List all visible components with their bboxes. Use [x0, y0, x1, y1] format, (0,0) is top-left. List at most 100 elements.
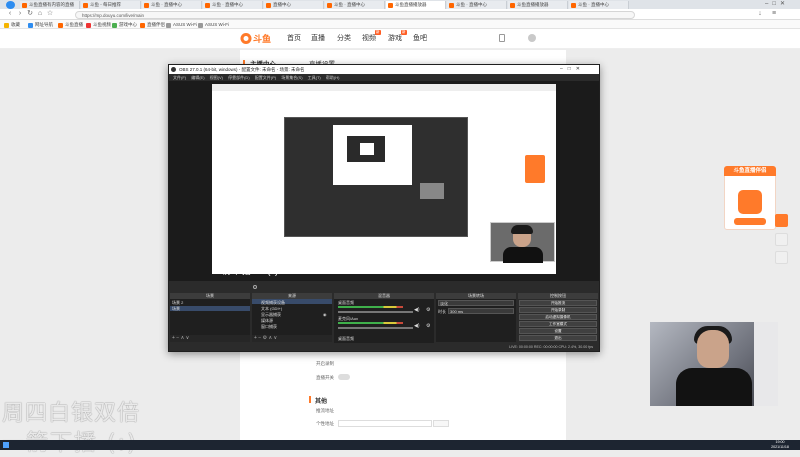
scene-item[interactable]: 场景 [172, 306, 180, 312]
bookmark-item[interactable]: 游戏中心 [112, 21, 137, 28]
captured-tabbar [212, 84, 556, 91]
start-recording-button[interactable]: 开始录制 [519, 307, 597, 313]
mixer-settings-icon[interactable]: ⚙ [426, 307, 430, 313]
tab-favicon-icon [571, 3, 576, 8]
nav-yuba[interactable]: 鱼吧 [413, 34, 427, 43]
promo-card-title: 斗鱼直播伴侣 [724, 166, 776, 176]
scenes-toolbar[interactable]: + − ∧ ∨ [170, 335, 250, 342]
bookmark-item[interactable]: 网址导航 [28, 21, 53, 28]
bookmark-label: 斗鱼直播 [65, 22, 83, 27]
download-icon[interactable]: ↓ [756, 10, 764, 18]
bookmark-label: 收藏 [11, 22, 20, 27]
forward-icon[interactable]: › [16, 10, 24, 18]
refresh-icon[interactable]: ↻ [26, 10, 34, 18]
browser-tab[interactable]: 斗鱼 · 直播中心 [142, 1, 202, 9]
live-toggle[interactable] [338, 374, 350, 380]
studio-mode-button[interactable]: 工作室模式 [519, 321, 597, 327]
bookmark-label: 直播伴侣 [147, 22, 165, 27]
start-streaming-button[interactable]: 开始推流 [519, 300, 597, 306]
video-icon [86, 22, 91, 28]
stream-overlay-line1: 周四白银双倍 [2, 401, 141, 426]
browser-tab[interactable]: 斗鱼直播有内容的直播 [20, 1, 80, 9]
sidebar-float-button[interactable] [775, 251, 788, 264]
url-input[interactable]: https://mp.douyu.com/live/main [75, 10, 635, 19]
wifi-icon [198, 22, 203, 28]
bookmark-item[interactable]: 收藏 [4, 21, 20, 28]
bookmark-item[interactable]: ASUS Wi-Fi [198, 21, 229, 28]
browser-tab[interactable]: 斗鱼 - 每日推荐 [81, 1, 141, 9]
volume-slider[interactable] [338, 311, 413, 313]
form-label: 个性地址 [316, 421, 334, 426]
bookmark-label: 斗鱼视频 [93, 22, 111, 27]
streamer-webcam [650, 322, 778, 406]
transition-type: 淡化 [440, 301, 448, 306]
avatar[interactable] [528, 34, 536, 42]
captured-promo-card [525, 155, 545, 183]
transition-select[interactable]: 淡化 [438, 300, 514, 306]
obs-window-controls[interactable]: –□✕ [560, 65, 598, 74]
new-badge: 新 [375, 30, 381, 35]
browser-tab[interactable]: 斗鱼 · 直播中心 [447, 1, 507, 9]
bookmark-item[interactable]: ASUS Wi-Fi [166, 21, 197, 28]
gaming-chair [754, 322, 778, 406]
bookmark-label: ASUS Wi-Fi [173, 22, 197, 27]
browser-tab-active[interactable]: 斗鱼直播播放器 [386, 1, 446, 9]
speaker-icon[interactable]: ◀) [414, 323, 420, 329]
mixer-track-label: 桌面音频 [338, 336, 354, 341]
visibility-eye-icon[interactable]: ◉ [323, 300, 331, 330]
menu-icon[interactable]: ≡ [770, 10, 778, 18]
copy-button[interactable] [433, 420, 449, 427]
settings-button[interactable]: 设置 [519, 328, 597, 334]
exit-button[interactable]: 退出 [519, 335, 597, 341]
nav-live[interactable]: 直播 [311, 34, 325, 43]
sources-toolbar[interactable]: + − ⚙ ∧ ∨ [252, 335, 332, 342]
taskbar-clock[interactable]: 19:00 2021/11/18 [760, 440, 800, 450]
tab-label: 斗鱼直播播放器 [517, 2, 549, 7]
nav-category[interactable]: 分类 [337, 34, 351, 43]
speaker-icon[interactable]: ◀) [414, 307, 420, 313]
nav-home[interactable]: 首页 [287, 34, 301, 43]
back-icon[interactable]: ‹ [6, 10, 14, 18]
browser-tab[interactable]: 直播中心 [264, 1, 324, 9]
streamer-hair [511, 225, 533, 234]
tab-favicon-icon [327, 3, 332, 8]
webcam-source [490, 222, 555, 263]
douyu-logo[interactable]: 斗鱼 [240, 32, 274, 45]
bookmark-item[interactable]: 斗鱼直播 [58, 21, 83, 28]
start-icon[interactable] [3, 442, 9, 448]
duration-input[interactable]: 300 ms [448, 308, 514, 314]
obs-statusbar: LIVE: 00:00:00 REC: 00:00:00 CPU: 2.4%, … [169, 343, 599, 351]
nav-game[interactable]: 游戏 [388, 34, 402, 43]
star-icon[interactable]: ☆ [46, 10, 54, 18]
browser-tab[interactable]: 斗鱼 · 直播中心 [325, 1, 385, 9]
settings-gear-icon[interactable] [253, 285, 257, 289]
source-item[interactable]: 窗口捕获 [261, 324, 277, 330]
controls-dock-header: 控制按钮 [518, 293, 598, 299]
home-icon[interactable]: ⌂ [36, 10, 44, 18]
bookmark-item[interactable]: 斗鱼视频 [86, 21, 111, 28]
audio-meter [338, 322, 403, 324]
bookmark-label: 网址导航 [35, 22, 53, 27]
download-companion-button[interactable] [734, 218, 766, 225]
sidebar-float-button[interactable] [775, 233, 788, 246]
tab-label: 斗鱼 · 直播中心 [151, 2, 182, 7]
tab-label: 斗鱼 - 每日推荐 [90, 2, 121, 7]
custom-url-input[interactable] [338, 420, 432, 427]
phone-icon[interactable] [499, 34, 505, 42]
virtual-camera-button[interactable]: 启动虚拟摄像机 [519, 314, 597, 320]
obs-menubar[interactable]: 文件(F) 编辑(E) 视图(V) 停靠部件(D) 配置文件(P) 场景集合(S… [169, 74, 599, 81]
tab-label: 斗鱼直播有内容的直播 [29, 2, 74, 7]
browser-tab[interactable]: 斗鱼 · 直播中心 [203, 1, 263, 9]
duration-label: 时长 [438, 309, 446, 314]
window-controls[interactable]: –□✕ [765, 0, 800, 9]
bookmark-item[interactable]: 直播伴侣 [140, 21, 165, 28]
tab-label: 斗鱼 · 直播中心 [334, 2, 365, 7]
sidebar-float-button[interactable] [775, 214, 788, 227]
nav-video[interactable]: 视频 [362, 34, 376, 43]
browser-tab[interactable]: 斗鱼直播播放器 [508, 1, 568, 9]
mixer-settings-icon[interactable]: ⚙ [426, 323, 430, 329]
browser-tab[interactable]: 斗鱼 · 直播中心 [569, 1, 629, 9]
volume-slider[interactable] [338, 327, 413, 329]
wifi-icon [166, 22, 171, 28]
windows-taskbar [0, 440, 800, 450]
